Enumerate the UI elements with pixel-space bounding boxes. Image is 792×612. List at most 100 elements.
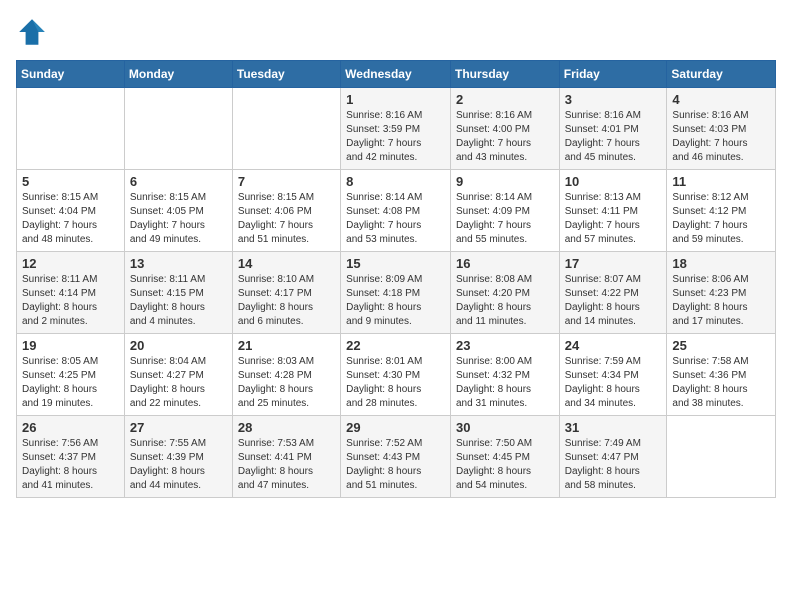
week-row-5: 26 Sunrise: 7:56 AMSunset: 4:37 PMDayligh… xyxy=(17,416,776,498)
day-number: 23 xyxy=(456,338,554,353)
day-info: Sunrise: 8:01 AMSunset: 4:30 PMDaylight:… xyxy=(346,355,445,411)
day-number: 22 xyxy=(346,338,445,353)
day-number: 27 xyxy=(130,420,227,435)
calendar-cell xyxy=(124,88,232,170)
day-number: 14 xyxy=(238,256,335,271)
calendar-cell: 26 Sunrise: 7:56 AMSunset: 4:37 PMDayligh… xyxy=(17,416,125,498)
calendar-cell: 11 Sunrise: 8:12 AMSunset: 4:12 PMDayligh… xyxy=(667,170,776,252)
day-number: 8 xyxy=(346,174,445,189)
header-row: SundayMondayTuesdayWednesdayThursdayFrid… xyxy=(17,61,776,88)
calendar-cell: 1Sunrise: 8:16 AMSunset: 3:59 PMDaylight… xyxy=(341,88,451,170)
day-info: Sunrise: 8:16 AMSunset: 4:00 PMDaylight:… xyxy=(456,109,554,165)
day-number: 30 xyxy=(456,420,554,435)
day-info: Sunrise: 8:12 AMSunset: 4:12 PMDaylight:… xyxy=(672,191,770,247)
day-number: 15 xyxy=(346,256,445,271)
day-info: Sunrise: 7:56 AMSunset: 4:37 PMDaylight:… xyxy=(22,437,119,493)
calendar-cell: 10 Sunrise: 8:13 AMSunset: 4:11 PMDayligh… xyxy=(559,170,667,252)
calendar-cell: 15 Sunrise: 8:09 AMSunset: 4:18 PMDayligh… xyxy=(341,252,451,334)
day-info: Sunrise: 8:15 AMSunset: 4:06 PMDaylight:… xyxy=(238,191,335,247)
calendar-cell: 17 Sunrise: 8:07 AMSunset: 4:22 PMDayligh… xyxy=(559,252,667,334)
day-info: Sunrise: 7:49 AMSunset: 4:47 PMDaylight:… xyxy=(565,437,662,493)
day-info: Sunrise: 8:08 AMSunset: 4:20 PMDaylight:… xyxy=(456,273,554,329)
week-row-4: 19Sunrise: 8:05 AMSunset: 4:25 PMDayligh… xyxy=(17,334,776,416)
calendar-cell: 5 Sunrise: 8:15 AMSunset: 4:04 PMDaylight… xyxy=(17,170,125,252)
week-row-3: 12 Sunrise: 8:11 AMSunset: 4:14 PMDayligh… xyxy=(17,252,776,334)
day-info: Sunrise: 7:50 AMSunset: 4:45 PMDaylight:… xyxy=(456,437,554,493)
day-info: Sunrise: 8:14 AMSunset: 4:09 PMDaylight:… xyxy=(456,191,554,247)
calendar-cell: 2 Sunrise: 8:16 AMSunset: 4:00 PMDaylight… xyxy=(450,88,559,170)
calendar-cell: 14 Sunrise: 8:10 AMSunset: 4:17 PMDayligh… xyxy=(232,252,340,334)
calendar-cell: 18 Sunrise: 8:06 AMSunset: 4:23 PMDayligh… xyxy=(667,252,776,334)
day-info: Sunrise: 8:11 AMSunset: 4:15 PMDaylight:… xyxy=(130,273,227,329)
day-number: 12 xyxy=(22,256,119,271)
calendar-cell xyxy=(17,88,125,170)
day-number: 2 xyxy=(456,92,554,107)
day-number: 18 xyxy=(672,256,770,271)
day-number: 7 xyxy=(238,174,335,189)
day-info: Sunrise: 8:06 AMSunset: 4:23 PMDaylight:… xyxy=(672,273,770,329)
week-row-1: 1Sunrise: 8:16 AMSunset: 3:59 PMDaylight… xyxy=(17,88,776,170)
day-info: Sunrise: 8:15 AMSunset: 4:05 PMDaylight:… xyxy=(130,191,227,247)
day-number: 26 xyxy=(22,420,119,435)
calendar-cell: 9Sunrise: 8:14 AMSunset: 4:09 PMDaylight… xyxy=(450,170,559,252)
page-header xyxy=(16,16,776,48)
calendar-header: SundayMondayTuesdayWednesdayThursdayFrid… xyxy=(17,61,776,88)
calendar-cell: 4 Sunrise: 8:16 AMSunset: 4:03 PMDaylight… xyxy=(667,88,776,170)
logo xyxy=(16,16,52,48)
day-info: Sunrise: 8:15 AMSunset: 4:04 PMDaylight:… xyxy=(22,191,119,247)
day-info: Sunrise: 8:14 AMSunset: 4:08 PMDaylight:… xyxy=(346,191,445,247)
day-number: 11 xyxy=(672,174,770,189)
day-info: Sunrise: 8:13 AMSunset: 4:11 PMDaylight:… xyxy=(565,191,662,247)
calendar-cell: 16 Sunrise: 8:08 AMSunset: 4:20 PMDayligh… xyxy=(450,252,559,334)
day-number: 1 xyxy=(346,92,445,107)
header-day-saturday: Saturday xyxy=(667,61,776,88)
day-number: 21 xyxy=(238,338,335,353)
header-day-thursday: Thursday xyxy=(450,61,559,88)
day-number: 13 xyxy=(130,256,227,271)
day-info: Sunrise: 8:00 AMSunset: 4:32 PMDaylight:… xyxy=(456,355,554,411)
calendar-cell: 20Sunrise: 8:04 AMSunset: 4:27 PMDayligh… xyxy=(124,334,232,416)
week-row-2: 5 Sunrise: 8:15 AMSunset: 4:04 PMDaylight… xyxy=(17,170,776,252)
day-info: Sunrise: 8:07 AMSunset: 4:22 PMDaylight:… xyxy=(565,273,662,329)
day-number: 5 xyxy=(22,174,119,189)
calendar-cell: 29 Sunrise: 7:52 AMSunset: 4:43 PMDayligh… xyxy=(341,416,451,498)
header-day-monday: Monday xyxy=(124,61,232,88)
day-info: Sunrise: 7:52 AMSunset: 4:43 PMDaylight:… xyxy=(346,437,445,493)
calendar-cell: 21 Sunrise: 8:03 AMSunset: 4:28 PMDayligh… xyxy=(232,334,340,416)
calendar-body: 1Sunrise: 8:16 AMSunset: 3:59 PMDaylight… xyxy=(17,88,776,498)
calendar-cell xyxy=(667,416,776,498)
calendar-cell xyxy=(232,88,340,170)
day-number: 29 xyxy=(346,420,445,435)
header-day-friday: Friday xyxy=(559,61,667,88)
day-number: 25 xyxy=(672,338,770,353)
day-number: 28 xyxy=(238,420,335,435)
calendar-table: SundayMondayTuesdayWednesdayThursdayFrid… xyxy=(16,60,776,498)
day-info: Sunrise: 8:05 AMSunset: 4:25 PMDaylight:… xyxy=(22,355,119,411)
calendar-cell: 7 Sunrise: 8:15 AMSunset: 4:06 PMDaylight… xyxy=(232,170,340,252)
day-info: Sunrise: 8:04 AMSunset: 4:27 PMDaylight:… xyxy=(130,355,227,411)
calendar-cell: 19Sunrise: 8:05 AMSunset: 4:25 PMDayligh… xyxy=(17,334,125,416)
calendar-cell: 3Sunrise: 8:16 AMSunset: 4:01 PMDaylight… xyxy=(559,88,667,170)
day-info: Sunrise: 7:53 AMSunset: 4:41 PMDaylight:… xyxy=(238,437,335,493)
day-number: 10 xyxy=(565,174,662,189)
calendar-cell: 6 Sunrise: 8:15 AMSunset: 4:05 PMDaylight… xyxy=(124,170,232,252)
day-info: Sunrise: 8:09 AMSunset: 4:18 PMDaylight:… xyxy=(346,273,445,329)
day-info: Sunrise: 7:58 AMSunset: 4:36 PMDaylight:… xyxy=(672,355,770,411)
calendar-cell: 12 Sunrise: 8:11 AMSunset: 4:14 PMDayligh… xyxy=(17,252,125,334)
day-number: 24 xyxy=(565,338,662,353)
day-number: 16 xyxy=(456,256,554,271)
day-info: Sunrise: 8:11 AMSunset: 4:14 PMDaylight:… xyxy=(22,273,119,329)
day-info: Sunrise: 7:55 AMSunset: 4:39 PMDaylight:… xyxy=(130,437,227,493)
day-info: Sunrise: 8:03 AMSunset: 4:28 PMDaylight:… xyxy=(238,355,335,411)
day-info: Sunrise: 8:10 AMSunset: 4:17 PMDaylight:… xyxy=(238,273,335,329)
calendar-cell: 28 Sunrise: 7:53 AMSunset: 4:41 PMDayligh… xyxy=(232,416,340,498)
day-number: 3 xyxy=(565,92,662,107)
calendar-cell: 23 Sunrise: 8:00 AMSunset: 4:32 PMDayligh… xyxy=(450,334,559,416)
calendar-cell: 27 Sunrise: 7:55 AMSunset: 4:39 PMDayligh… xyxy=(124,416,232,498)
day-number: 4 xyxy=(672,92,770,107)
day-number: 17 xyxy=(565,256,662,271)
calendar-cell: 8 Sunrise: 8:14 AMSunset: 4:08 PMDaylight… xyxy=(341,170,451,252)
calendar-cell: 24Sunrise: 7:59 AMSunset: 4:34 PMDayligh… xyxy=(559,334,667,416)
day-info: Sunrise: 8:16 AMSunset: 4:03 PMDaylight:… xyxy=(672,109,770,165)
day-number: 6 xyxy=(130,174,227,189)
